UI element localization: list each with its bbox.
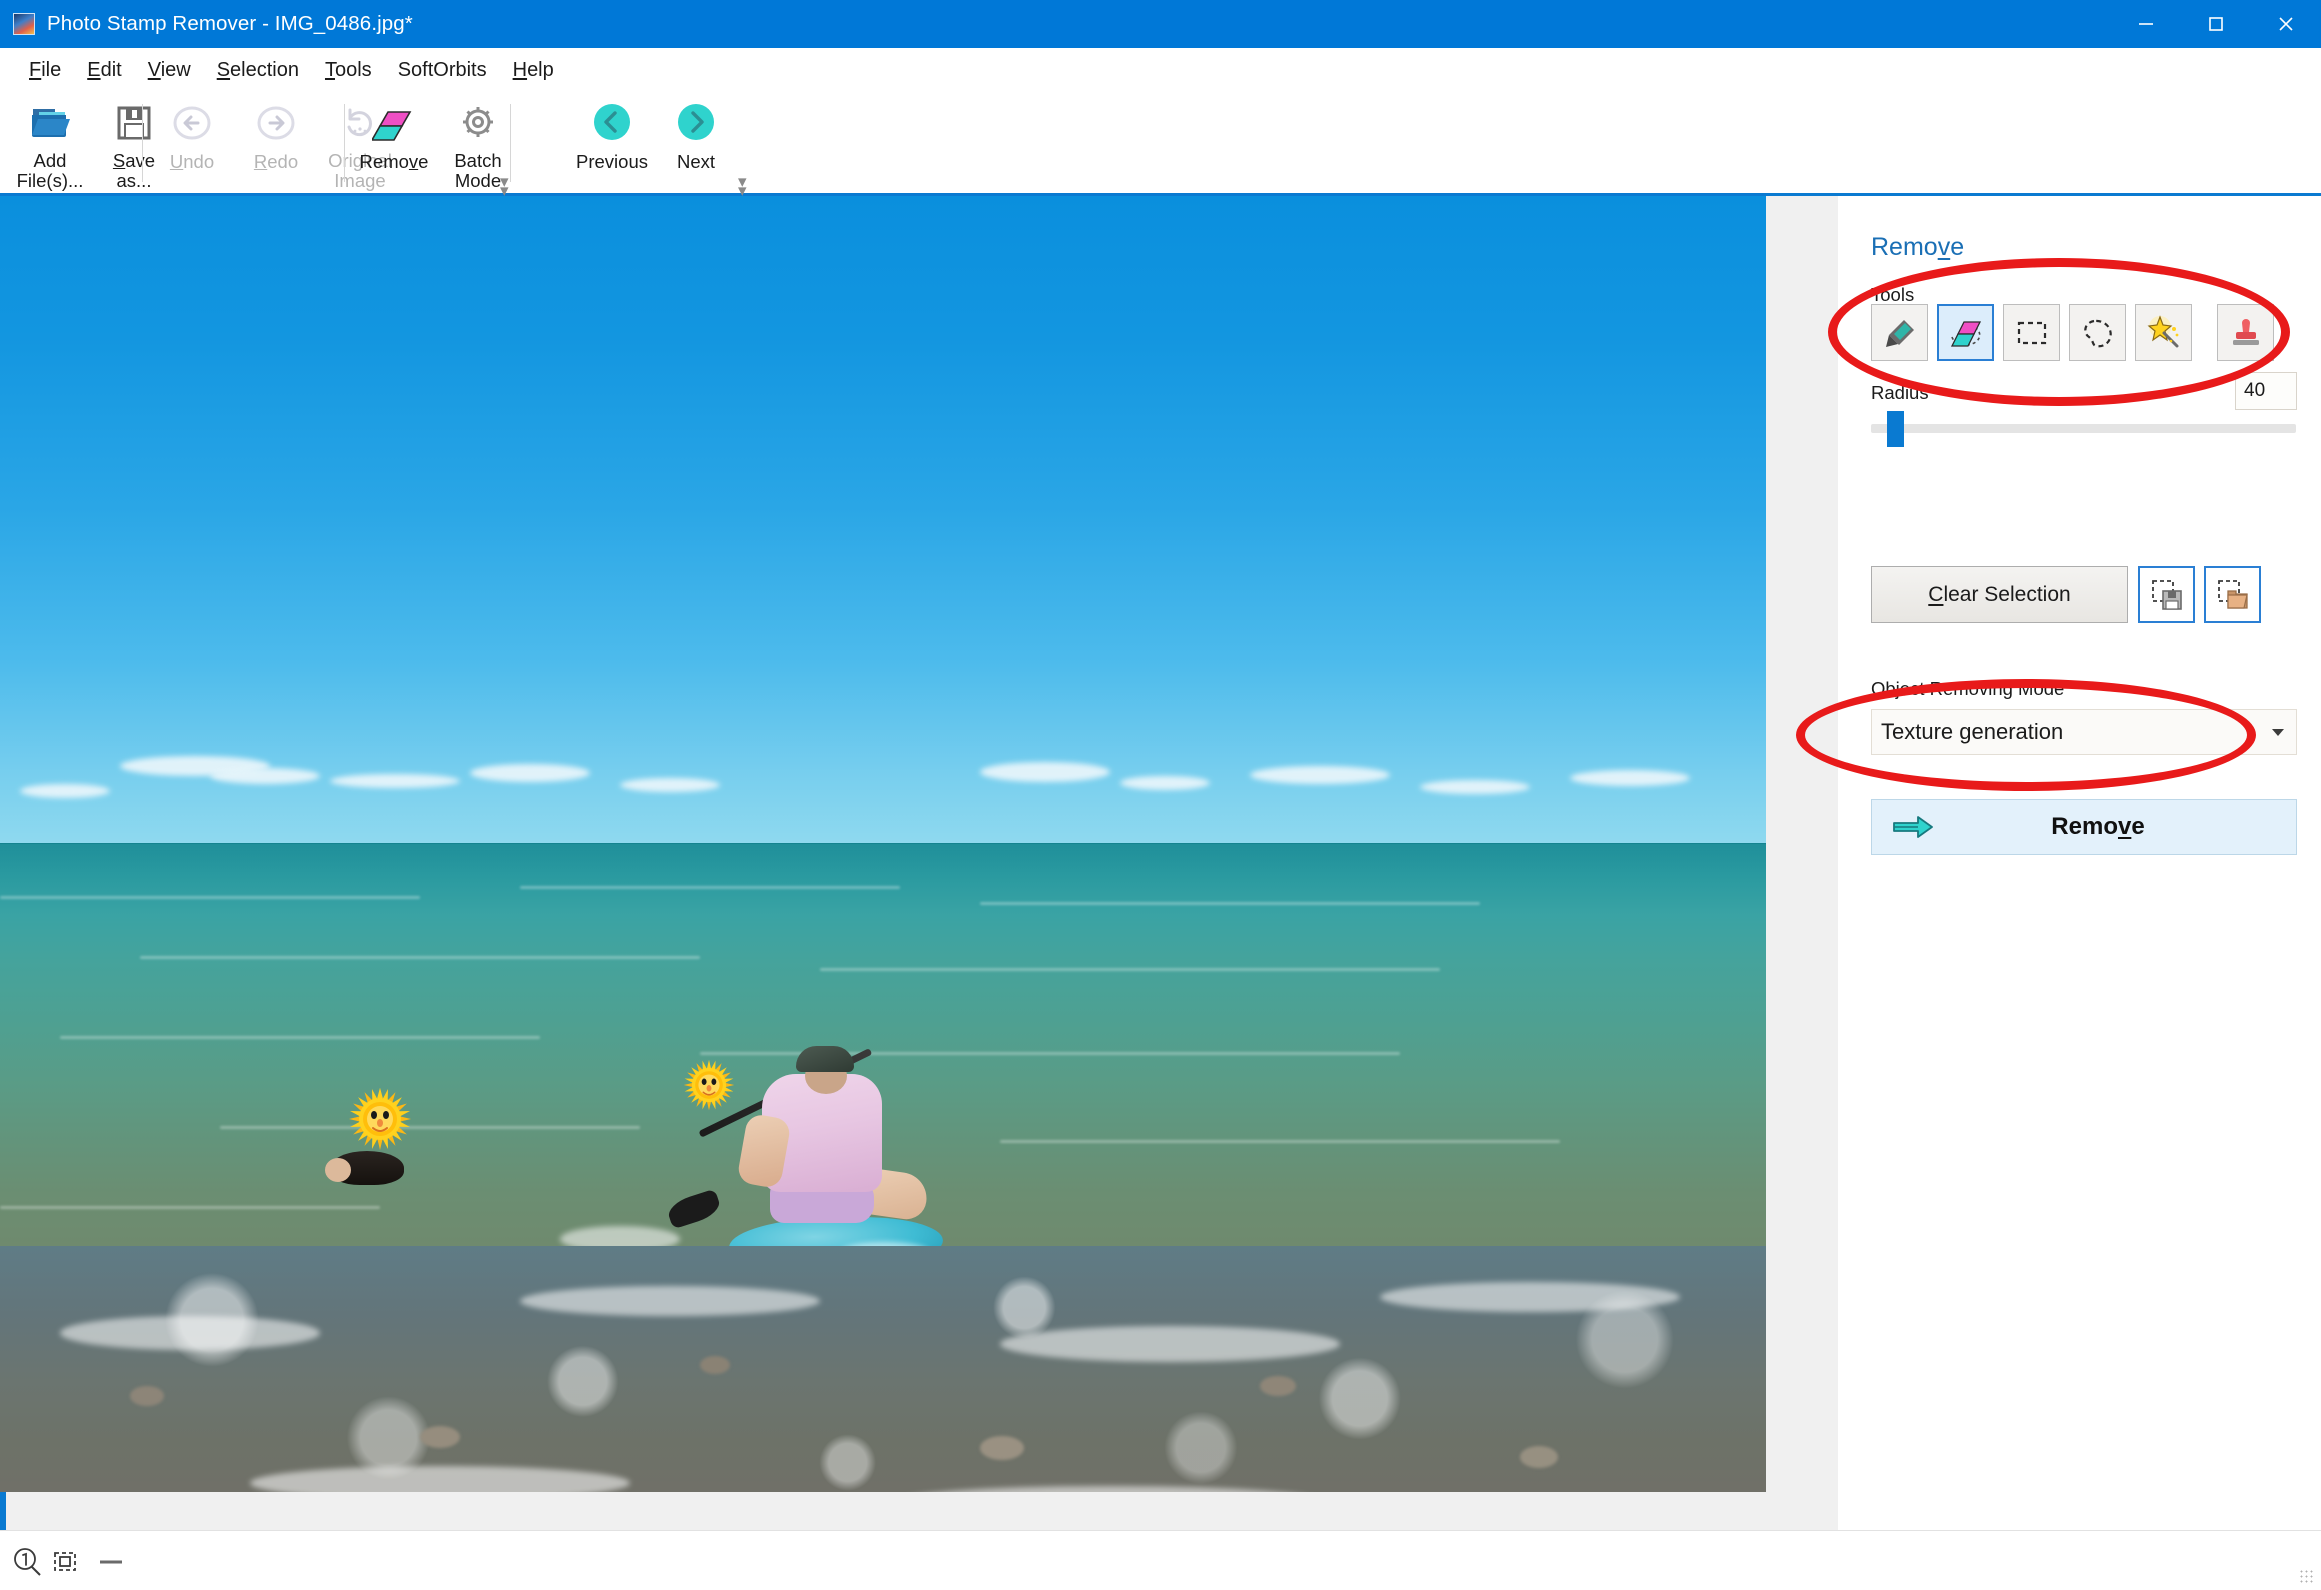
add-files-button[interactable]: Add File(s)... [8,92,92,192]
sun-sticker [348,1087,412,1151]
ribbon-expander-actions[interactable]: ▾ ▾ [500,173,509,199]
remove-action-label: Remove [2051,813,2145,840]
minimize-button[interactable] [2111,0,2181,48]
resize-grip[interactable] [2299,1569,2315,1585]
object-removing-mode-label: Object Removing Mode [1871,678,2065,699]
remove-parallelogram-icon [372,98,416,150]
zoom-one-to-one-icon[interactable] [10,1545,44,1584]
save-selection-button[interactable] [2138,566,2195,623]
remove-action-button[interactable]: Remove [1871,799,2297,855]
chevron-right-circle-icon [672,98,720,150]
radius-label: Radius [1871,382,1929,403]
panel-title: Remove [1871,233,1965,261]
status-bar: 44% Time (s): 0.4 44% 2667x2000 [0,1530,2321,1590]
title-bar: Photo Stamp Remover - IMG_0486.jpg* [0,0,2321,48]
floppy-save-icon [113,98,155,149]
ribbon-toolbar: Add File(s)... Save as... Undo Redo Orig… [0,92,2321,199]
menu-item-tools[interactable]: Tools [312,55,385,86]
cloud [20,784,110,798]
undo-button[interactable]: Undo [150,92,234,192]
sun-sticker [683,1059,735,1111]
radius-slider-thumb[interactable] [1887,411,1904,447]
menu-item-help[interactable]: Help [500,55,567,86]
ribbon-group-actions: Remove Batch Mode ▾ ▾ [352,92,520,199]
cloud [210,768,320,784]
next-label: Next [676,151,716,172]
canvas-gutter [1778,196,1838,1530]
cloud [1120,776,1210,790]
cloud [1570,770,1690,786]
marker-tool[interactable] [1871,304,1928,361]
fit-to-window-icon[interactable] [48,1545,82,1584]
menu-bar: File Edit View Selection Tools SoftOrbit… [0,48,2321,92]
ribbon-expander-navigation[interactable]: ▾ ▾ [738,173,747,199]
object-removing-mode-value: Texture generation [1881,719,2064,744]
swimmer-hand [325,1158,351,1182]
menu-item-edit[interactable]: Edit [74,55,134,86]
ribbon-separator [510,104,511,182]
object-removing-mode-select[interactable]: Texture generation [1871,709,2297,755]
save-as-label: Save as... [112,149,156,192]
batch-mode-label: Batch Mode [454,149,502,192]
chevron-left-circle-icon [588,98,636,150]
cloud [1250,766,1390,784]
magic-wand-tool[interactable] [2135,304,2192,361]
add-files-label: Add File(s)... [16,149,84,192]
menu-item-file[interactable]: File [16,55,74,86]
cloud [330,774,460,788]
stamp-tool[interactable] [2217,304,2274,361]
paddler-cap [796,1046,854,1072]
undo-label: Undo [169,151,215,172]
application-window: Photo Stamp Remover - IMG_0486.jpg* File… [0,0,2321,1590]
maximize-button[interactable] [2181,0,2251,48]
chevron-down-icon [2272,728,2284,736]
gear-icon [456,98,500,149]
eraser-tool[interactable] [1937,304,1994,361]
open-folder-icon [27,98,73,149]
window-controls [2111,0,2321,48]
right-arrow-icon [1893,816,1933,838]
undo-arrow-icon [170,98,214,150]
clear-selection-button[interactable]: Clear Selection [1871,566,2128,623]
app-photo-icon [13,13,35,35]
menu-item-softorbits[interactable]: SoftOrbits [385,55,500,86]
radius-value-input[interactable]: 40 [2235,372,2297,410]
image-canvas-area[interactable] [0,196,1838,1530]
rectangle-select-tool[interactable] [2003,304,2060,361]
window-title: Photo Stamp Remover - IMG_0486.jpg* [47,12,413,35]
redo-arrow-icon [254,98,298,150]
remove-ribbon-label: Remove [359,151,429,172]
previous-button[interactable]: Previous [570,92,654,192]
radius-slider-track[interactable] [1871,424,2296,433]
menu-item-view[interactable]: View [135,55,204,86]
previous-label: Previous [576,151,648,172]
load-selection-button[interactable] [2204,566,2261,623]
cloud [1420,780,1530,794]
menu-item-selection[interactable]: Selection [204,55,312,86]
lasso-select-tool[interactable] [2069,304,2126,361]
cloud [470,764,590,782]
ribbon-separator [344,104,345,182]
remove-ribbon-button[interactable]: Remove [352,92,436,192]
remove-panel: Remove Tools Radius 40 C lear Selection … [1838,196,2321,1530]
zoom-controls [10,1545,126,1584]
redo-label: Redo [253,151,299,172]
sky-region [0,196,1766,844]
photo-image[interactable] [0,196,1766,1492]
tools-label: Tools [1871,284,1915,305]
ribbon-separator [142,104,143,182]
cloud [620,778,720,792]
ribbon-group-navigation: Previous Next ▾ ▾ [570,92,747,199]
cloud [980,762,1110,782]
close-button[interactable] [2251,0,2321,48]
redo-button[interactable]: Redo [234,92,318,192]
tools-row [1871,304,2283,361]
zoom-out-button[interactable] [96,1547,126,1582]
next-button[interactable]: Next [654,92,738,192]
